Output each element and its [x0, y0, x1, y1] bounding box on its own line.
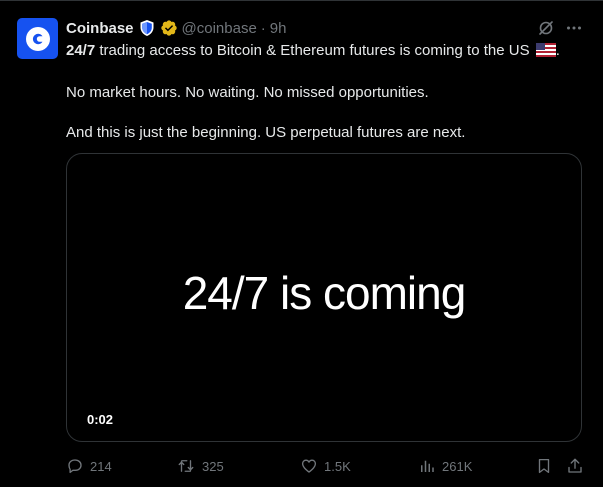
tweet[interactable]: Coinbase @coinbase · 9h 24/7 trading acc…	[0, 0, 603, 487]
tweet-header: Coinbase @coinbase · 9h	[66, 18, 286, 38]
video-timestamp: 0:02	[87, 412, 114, 427]
views-button[interactable]: 261K	[418, 457, 472, 475]
share-button[interactable]	[566, 457, 584, 475]
grok-icon[interactable]	[537, 19, 555, 37]
like-button[interactable]: 1.5K	[300, 457, 351, 475]
more-options-icon[interactable]	[565, 19, 583, 37]
reply-icon	[68, 459, 82, 474]
verified-badge-icon[interactable]	[160, 19, 178, 37]
video-title-text: 24/7 is coming	[182, 267, 467, 319]
reply-button[interactable]: 214	[66, 457, 112, 475]
heart-icon	[301, 459, 317, 473]
author-handle[interactable]: @coinbase	[182, 20, 257, 37]
tweet-actions: 214 325 1.5K 261K	[66, 457, 586, 477]
tweet-text: 24/7 trading access to Bitcoin & Ethereu…	[66, 41, 586, 163]
reply-count: 214	[90, 458, 112, 474]
coinbase-logo-icon	[25, 26, 50, 51]
tweet-text-line-2: No market hours. No waiting. No missed o…	[66, 84, 429, 101]
analytics-icon	[421, 460, 434, 472]
bookmark-button[interactable]	[535, 457, 553, 475]
header-separator: ·	[260, 19, 266, 37]
tweet-time[interactable]: 9h	[270, 20, 287, 37]
us-flag-icon	[535, 43, 556, 63]
header-actions	[537, 19, 583, 37]
tweet-text-line-3: And this is just the beginning. US perpe…	[66, 124, 466, 141]
coinbase-avatar[interactable]	[17, 18, 58, 59]
tweet-text-bold: 24/7	[66, 42, 96, 59]
affiliate-shield-icon[interactable]	[138, 19, 156, 37]
repost-count: 325	[202, 458, 224, 474]
video-player[interactable]: 24/7 is coming 0:02	[66, 153, 582, 442]
repost-button[interactable]: 325	[176, 457, 224, 475]
view-count: 261K	[442, 458, 473, 474]
share-icon	[568, 458, 582, 473]
author-name[interactable]: Coinbase	[66, 20, 134, 37]
like-count: 1.5K	[324, 458, 351, 474]
repost-icon	[178, 460, 194, 472]
tweet-text-line-1: 24/7 trading access to Bitcoin & Ethereu…	[66, 41, 586, 63]
tweet-text-line-1-rest: trading access to Bitcoin & Ethereum fut…	[95, 42, 530, 59]
tweet-text-line-1-end: .	[555, 42, 560, 59]
bookmark-icon	[538, 458, 550, 474]
